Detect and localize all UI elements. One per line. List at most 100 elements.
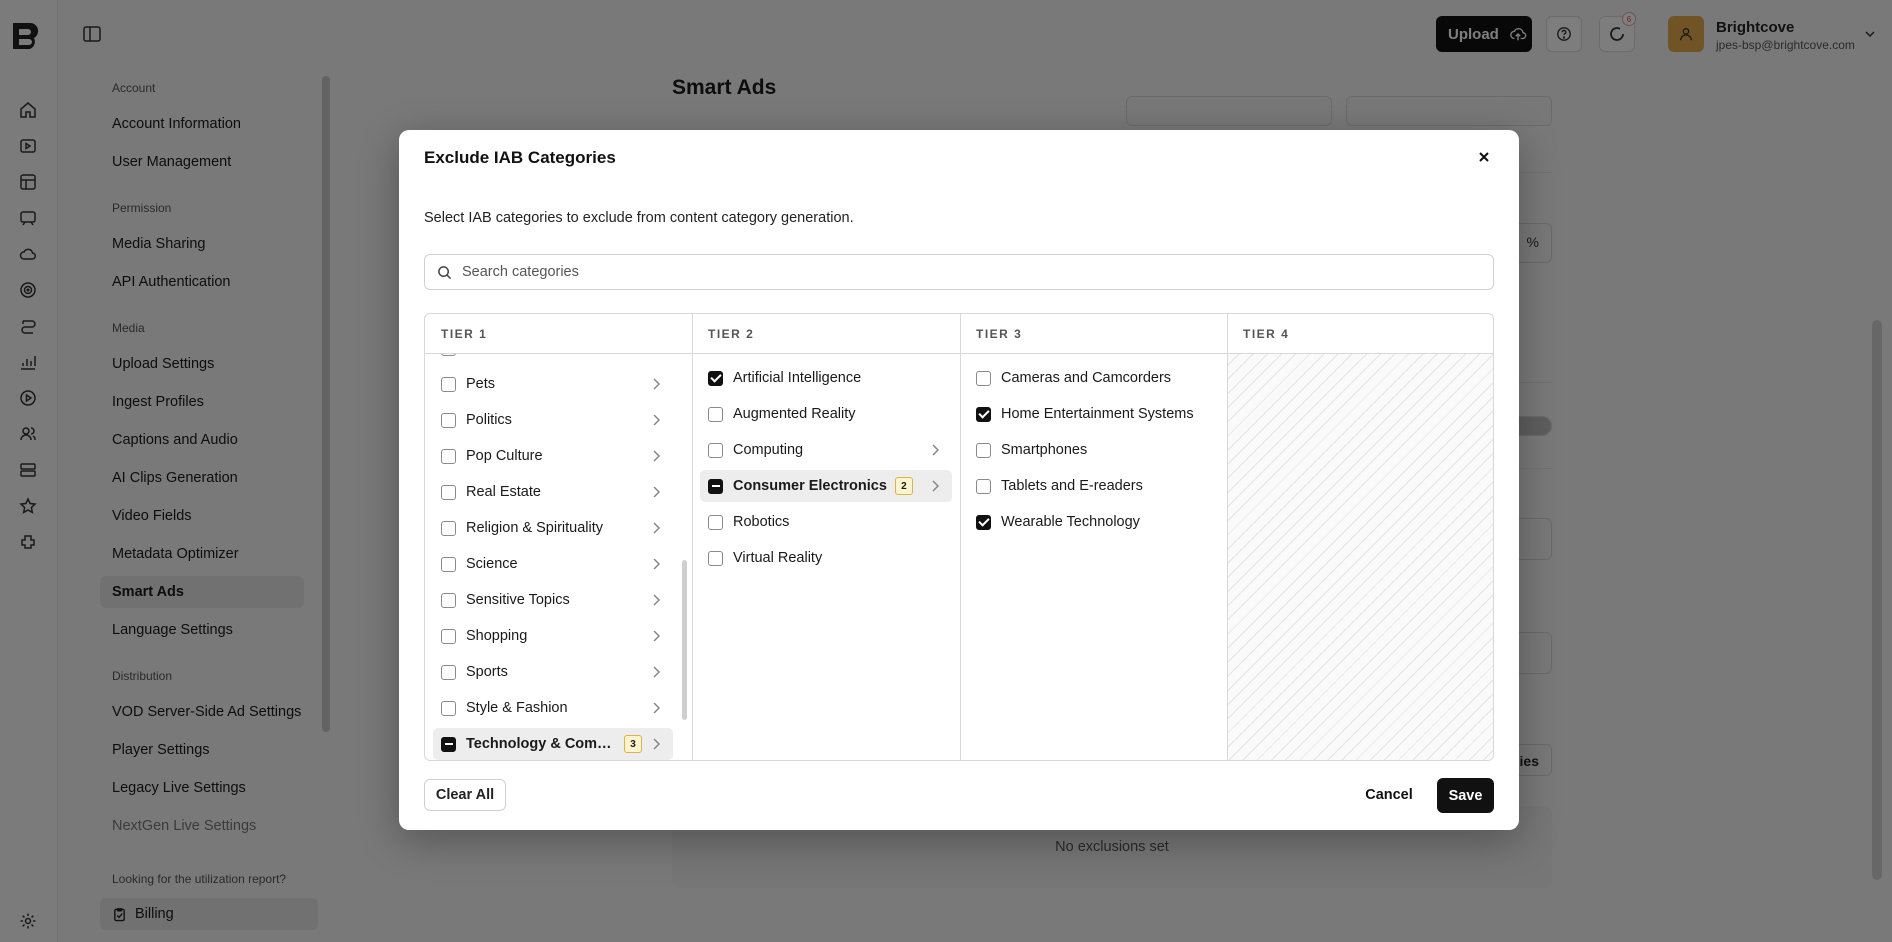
- chevron-right-icon[interactable]: [649, 521, 663, 535]
- checkbox[interactable]: [708, 406, 723, 422]
- tier1-item-politics[interactable]: Politics: [433, 404, 673, 436]
- checkbox[interactable]: [441, 412, 456, 428]
- tier1-header: TIER 1: [425, 314, 692, 354]
- tier1-item-real-estate[interactable]: Real Estate: [433, 476, 673, 508]
- tier3-item-label: Home Entertainment Systems: [1001, 406, 1194, 422]
- chevron-right-icon[interactable]: [649, 557, 663, 571]
- tier3-item-label: Cameras and Camcorders: [1001, 370, 1172, 386]
- tier1-item-technology-and-computing[interactable]: Technology & Computing 3: [433, 728, 673, 760]
- tier3-item-home-entertainment-systems[interactable]: Home Entertainment Systems: [968, 398, 1220, 430]
- tier2-item-label: Consumer Electronics: [733, 478, 887, 494]
- tier1-item-label: Real Estate: [466, 484, 541, 500]
- tier3-item-smartphones[interactable]: Smartphones: [968, 434, 1220, 466]
- column-divider: [960, 314, 961, 760]
- close-icon[interactable]: [1475, 148, 1493, 166]
- tier-browser: TIER 1 TIER 2 TIER 3 TIER 4 Pets Politics…: [424, 313, 1494, 761]
- tier1-scrollbar[interactable]: [682, 560, 687, 720]
- tier1-item-label: Politics: [466, 412, 512, 428]
- chevron-right-icon[interactable]: [649, 354, 663, 355]
- tier1-item-sports[interactable]: Sports: [433, 656, 673, 688]
- checkbox[interactable]: [708, 514, 723, 530]
- tier2-item-label: Artificial Intelligence: [733, 370, 862, 386]
- tier1-item-label: Technology & Computing: [466, 736, 616, 752]
- checkbox[interactable]: [441, 376, 456, 392]
- search-icon: [438, 265, 452, 279]
- checkbox[interactable]: [976, 442, 991, 458]
- search-input[interactable]: [462, 264, 1462, 280]
- chevron-right-icon[interactable]: [649, 701, 663, 715]
- tier1-item-religion-and-spirituality[interactable]: Religion & Spirituality: [433, 512, 673, 544]
- checkbox[interactable]: [708, 478, 723, 494]
- checkbox[interactable]: [441, 592, 456, 608]
- checkbox[interactable]: [441, 700, 456, 716]
- checkbox[interactable]: [976, 478, 991, 494]
- checkbox[interactable]: [976, 406, 991, 422]
- checkbox[interactable]: [708, 550, 723, 566]
- tier4-empty-area: [1227, 354, 1493, 760]
- chevron-right-icon[interactable]: [928, 443, 942, 457]
- tier1-item-shopping[interactable]: Shopping: [433, 620, 673, 652]
- tier3-item-label: Wearable Technology: [1001, 514, 1140, 530]
- chevron-right-icon[interactable]: [649, 665, 663, 679]
- tier1-item-pop-culture[interactable]: Pop Culture: [433, 440, 673, 472]
- tier1-item-sensitive-topics[interactable]: Sensitive Topics: [433, 584, 673, 616]
- tier1-item-partially-hidden[interactable]: [433, 354, 673, 364]
- tier3-header: TIER 3: [960, 314, 1227, 354]
- checkbox[interactable]: [441, 628, 456, 644]
- checkbox[interactable]: [441, 448, 456, 464]
- tier1-item-label: Pets: [466, 376, 496, 392]
- save-button[interactable]: Save: [1437, 778, 1494, 813]
- tier2-item-augmented-reality[interactable]: Augmented Reality: [700, 398, 952, 430]
- checkbox[interactable]: [441, 556, 456, 572]
- tier1-item-pets[interactable]: Pets: [433, 368, 673, 400]
- chevron-right-icon[interactable]: [649, 377, 663, 391]
- tier3-item-wearable-technology[interactable]: Wearable Technology: [968, 506, 1220, 538]
- tier2-item-artificial-intelligence[interactable]: Artificial Intelligence: [700, 362, 952, 394]
- tier1-item-label: Pop Culture: [466, 448, 543, 464]
- checkbox[interactable]: [441, 354, 456, 356]
- chevron-right-icon[interactable]: [928, 479, 942, 493]
- tier1-item-label: Shopping: [466, 628, 528, 644]
- tier4-header: TIER 4: [1227, 314, 1493, 354]
- tier1-item-label: Style & Fashion: [466, 700, 568, 716]
- chevron-right-icon[interactable]: [649, 593, 663, 607]
- column-divider: [1227, 314, 1228, 760]
- checkbox[interactable]: [441, 664, 456, 680]
- tier2-item-label: Computing: [733, 442, 804, 458]
- checkbox[interactable]: [708, 370, 723, 386]
- exclude-iab-categories-modal: Exclude IAB Categories Select IAB catego…: [399, 130, 1519, 830]
- tier2-item-robotics[interactable]: Robotics: [700, 506, 952, 538]
- column-divider: [692, 314, 693, 760]
- tier2-item-consumer-electronics[interactable]: Consumer Electronics 2: [700, 470, 952, 502]
- cancel-button[interactable]: Cancel: [1356, 778, 1422, 812]
- search-field[interactable]: [424, 254, 1494, 290]
- tier2-list[interactable]: Artificial Intelligence Augmented Reality…: [692, 354, 960, 760]
- chevron-right-icon[interactable]: [649, 629, 663, 643]
- tier3-item-tablets-and-e-readers[interactable]: Tablets and E-readers: [968, 470, 1220, 502]
- modal-title: Exclude IAB Categories: [424, 148, 616, 167]
- tier1-list[interactable]: Pets Politics Pop Culture Real Estate Religi…: [425, 354, 692, 760]
- tier1-item-style-and-fashion[interactable]: Style & Fashion: [433, 692, 673, 724]
- checkbox[interactable]: [441, 484, 456, 500]
- selection-count-badge: 2: [894, 477, 913, 495]
- clear-all-button[interactable]: Clear All: [424, 779, 506, 811]
- tier2-item-computing[interactable]: Computing: [700, 434, 952, 466]
- chevron-right-icon[interactable]: [649, 485, 663, 499]
- checkbox[interactable]: [708, 442, 723, 458]
- tier2-item-virtual-reality[interactable]: Virtual Reality: [700, 542, 952, 574]
- chevron-right-icon[interactable]: [649, 449, 663, 463]
- tier3-item-cameras-and-camcorders[interactable]: Cameras and Camcorders: [968, 362, 1220, 394]
- tier3-item-label: Tablets and E-readers: [1001, 478, 1143, 494]
- tier2-item-label: Robotics: [733, 514, 790, 530]
- tier3-item-label: Smartphones: [1001, 442, 1088, 458]
- tier3-list[interactable]: Cameras and Camcorders Home Entertainment…: [960, 354, 1227, 760]
- checkbox[interactable]: [976, 370, 991, 386]
- checkbox[interactable]: [441, 520, 456, 536]
- checkbox[interactable]: [441, 736, 456, 752]
- chevron-right-icon[interactable]: [649, 413, 663, 427]
- selection-count-badge: 3: [624, 735, 642, 753]
- tier1-item-science[interactable]: Science: [433, 548, 673, 580]
- checkbox[interactable]: [976, 514, 991, 530]
- modal-description: Select IAB categories to exclude from co…: [424, 210, 854, 226]
- chevron-right-icon[interactable]: [649, 737, 663, 751]
